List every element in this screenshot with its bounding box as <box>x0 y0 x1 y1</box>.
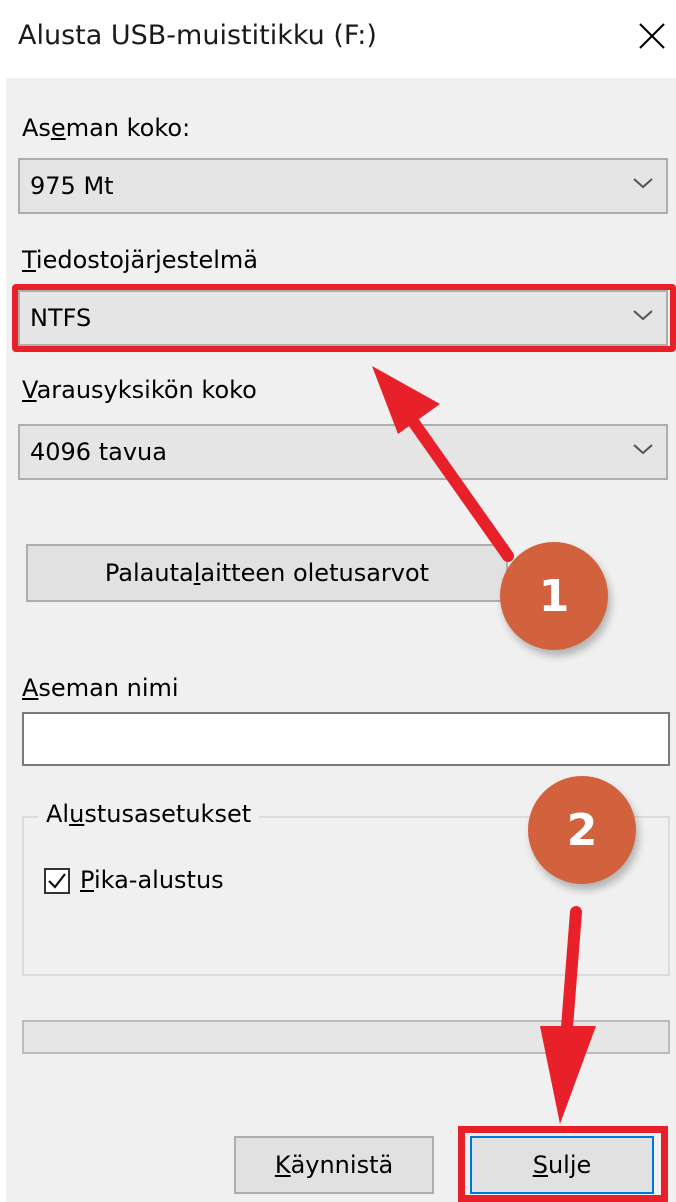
checkmark-icon <box>48 873 66 889</box>
allocation-unit-dropdown[interactable]: 4096 tavua <box>18 424 668 480</box>
close-window-button[interactable] <box>632 16 672 56</box>
window-title: Alusta USB-muistitikku (F:) <box>18 20 377 51</box>
file-system-dropdown[interactable]: NTFS <box>18 290 668 346</box>
format-options-title: Alustusasetukset <box>38 800 260 828</box>
step-badge-1: 1 <box>500 542 608 650</box>
title-bar: Alusta USB-muistitikku (F:) <box>0 0 676 78</box>
chevron-down-icon <box>633 178 653 189</box>
allocation-unit-value: 4096 tavua <box>30 438 167 466</box>
quick-format-label[interactable]: Pika-alustus <box>80 866 224 894</box>
file-system-value: NTFS <box>30 304 92 332</box>
volume-label-input[interactable] <box>22 712 670 766</box>
close-icon <box>639 23 665 49</box>
quick-format-checkbox[interactable] <box>44 868 70 894</box>
format-progress-bar <box>22 1020 670 1054</box>
volume-label-label: Aseman nimi <box>22 674 179 702</box>
capacity-value: 975 Mt <box>30 172 114 200</box>
step-badge-2: 2 <box>528 776 636 884</box>
restore-defaults-button[interactable]: Palauta l aitteen oletusarvot <box>26 544 508 602</box>
chevron-down-icon <box>633 444 653 455</box>
allocation-unit-label: Varausyksikön koko <box>22 376 257 404</box>
start-button[interactable]: Käynnistä <box>234 1136 434 1194</box>
close-button[interactable]: Sulje <box>470 1136 654 1194</box>
file-system-label: Tiedostojärjestelmä <box>22 246 258 274</box>
capacity-dropdown[interactable]: 975 Mt <box>18 158 668 214</box>
chevron-down-icon <box>633 310 653 321</box>
capacity-label: Aseman koko: <box>22 114 191 142</box>
